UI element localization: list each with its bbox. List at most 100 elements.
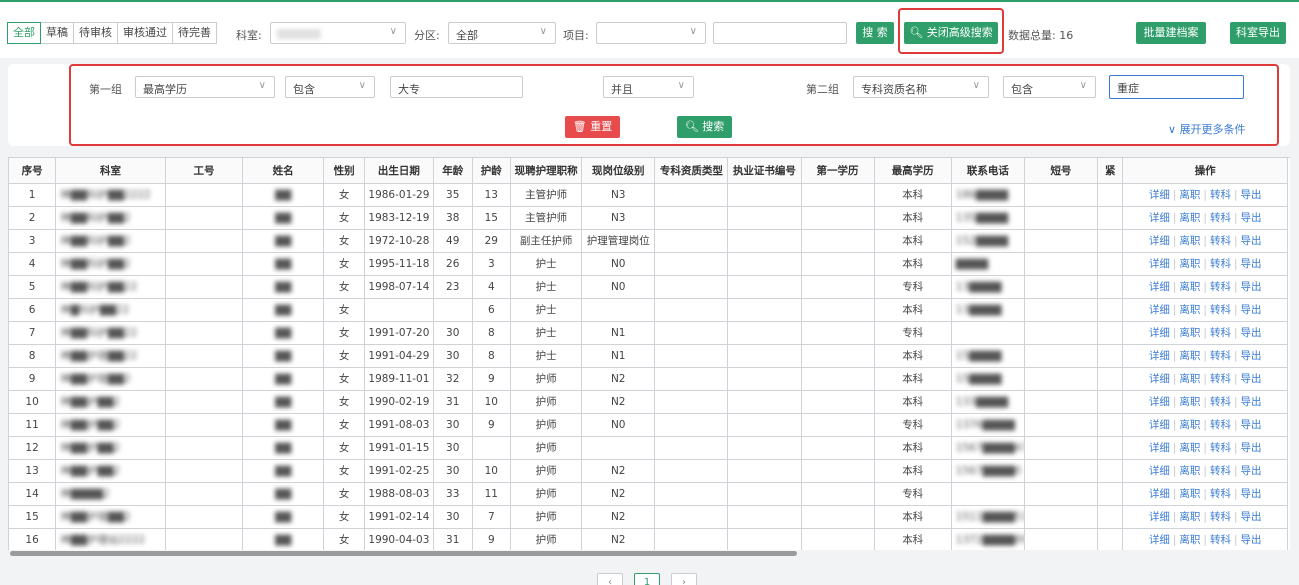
resign-link[interactable]: 离职 — [1176, 396, 1203, 408]
resign-link[interactable]: 离职 — [1176, 212, 1203, 224]
detail-link[interactable]: 详细 — [1146, 304, 1173, 316]
table-row[interactable]: 3 神▇▇科护▇▇2 ▇▇ 女 1972-10-28 49 29 副主任护师 护理管理岗位 本科 1… — [9, 229, 1288, 253]
table-row[interactable]: 16 神▇▇护理站2222 ▇▇ 女 1990-04-03 31 9 护师 N2 本科 1372▇▇… — [9, 528, 1288, 550]
table-row[interactable]: 8 神▇▇护理▇▇22 ▇▇ 女 1991-04-29 30 8 护士 N1 本科 15▇▇▇▇ 详细… — [9, 344, 1288, 368]
project-select[interactable]: ∨ — [596, 22, 706, 44]
detail-link[interactable]: 详细 — [1146, 534, 1173, 546]
status-tab-approved[interactable]: 审核通过 — [117, 22, 173, 44]
transfer-link[interactable]: 转科 — [1207, 258, 1234, 270]
table-row[interactable]: 6 神▇科护▇▇22 ▇▇ 女 6 护士 本科 13▇▇▇▇ 详细 | 离职 | 转科 | 导出 — [9, 298, 1288, 322]
department-export-button[interactable]: 科室导出 — [1230, 22, 1286, 44]
detail-link[interactable]: 详细 — [1146, 442, 1173, 454]
transfer-link[interactable]: 转科 — [1207, 189, 1234, 201]
detail-link[interactable]: 详细 — [1146, 212, 1173, 224]
resign-link[interactable]: 离职 — [1176, 465, 1203, 477]
status-tab-incomplete[interactable]: 待完善 — [172, 22, 217, 44]
status-tab-all[interactable]: 全部 — [7, 22, 41, 44]
group2-value-input[interactable]: 重症 — [1109, 75, 1244, 99]
transfer-link[interactable]: 转科 — [1207, 419, 1234, 431]
export-link[interactable]: 导出 — [1238, 281, 1265, 293]
transfer-link[interactable]: 转科 — [1207, 465, 1234, 477]
detail-link[interactable]: 详细 — [1146, 488, 1173, 500]
logic-select[interactable]: 并且 ∨ — [603, 76, 694, 98]
keyword-input[interactable] — [713, 22, 847, 44]
resign-link[interactable]: 离职 — [1176, 419, 1203, 431]
transfer-link[interactable]: 转科 — [1207, 534, 1234, 546]
department-select[interactable]: ∨ — [270, 22, 406, 44]
export-link[interactable]: 导出 — [1238, 327, 1265, 339]
prev-page-button[interactable]: ‹ — [597, 573, 623, 585]
status-tab-draft[interactable]: 草稿 — [40, 22, 74, 44]
resign-link[interactable]: 离职 — [1176, 442, 1203, 454]
table-row[interactable]: 7 神▇▇科护▇▇22 ▇▇ 女 1991-07-20 30 8 护士 N1 专科 详细 | 离职 | 转科… — [9, 321, 1288, 345]
transfer-link[interactable]: 转科 — [1207, 235, 1234, 247]
transfer-link[interactable]: 转科 — [1207, 396, 1234, 408]
detail-link[interactable]: 详细 — [1146, 419, 1173, 431]
table-row[interactable]: 13 神▇▇护▇▇2 ▇▇ 女 1991-02-25 30 10 护师 N2 本科 1567▇▇▇▇… — [9, 459, 1288, 483]
table-row[interactable]: 10 神▇▇护▇▇2 ▇▇ 女 1990-02-19 31 10 护师 N2 本科 133▇▇▇▇ 详… — [9, 390, 1288, 414]
export-link[interactable]: 导出 — [1238, 442, 1265, 454]
resign-link[interactable]: 离职 — [1176, 281, 1203, 293]
transfer-link[interactable]: 转科 — [1207, 373, 1234, 385]
detail-link[interactable]: 详细 — [1146, 465, 1173, 477]
batch-create-button[interactable]: 批量建档案 — [1136, 22, 1206, 44]
export-link[interactable]: 导出 — [1238, 419, 1265, 431]
resign-link[interactable]: 离职 — [1176, 327, 1203, 339]
district-select[interactable]: 全部 ∨ — [448, 22, 556, 44]
export-link[interactable]: 导出 — [1238, 235, 1265, 247]
resign-link[interactable]: 离职 — [1176, 235, 1203, 247]
transfer-link[interactable]: 转科 — [1207, 488, 1234, 500]
export-link[interactable]: 导出 — [1238, 212, 1265, 224]
table-row[interactable]: 11 神▇▇护▇▇2 ▇▇ 女 1991-08-03 30 9 护师 N0 专科 1376▇▇▇▇ 详… — [9, 413, 1288, 437]
detail-link[interactable]: 详细 — [1146, 396, 1173, 408]
transfer-link[interactable]: 转科 — [1207, 511, 1234, 523]
export-link[interactable]: 导出 — [1238, 350, 1265, 362]
resign-link[interactable]: 离职 — [1176, 304, 1203, 316]
table-row[interactable]: 1 神▇▇科护▇▇2222 ▇▇ 女 1986-01-29 35 13 主管护师 N3 本科 186… — [9, 183, 1288, 207]
table-row[interactable]: 14 神▇▇▇▇2 ▇▇ 女 1988-08-03 33 11 护师 N2 专科 详细 | 离职 | 转科 |… — [9, 482, 1288, 506]
resign-link[interactable]: 离职 — [1176, 488, 1203, 500]
export-link[interactable]: 导出 — [1238, 304, 1265, 316]
resign-link[interactable]: 离职 — [1176, 350, 1203, 362]
detail-link[interactable]: 详细 — [1146, 235, 1173, 247]
reset-button[interactable]: 🗑︎ 重置 — [565, 116, 620, 138]
detail-link[interactable]: 详细 — [1146, 189, 1173, 201]
export-link[interactable]: 导出 — [1238, 373, 1265, 385]
resign-link[interactable]: 离职 — [1176, 189, 1203, 201]
resign-link[interactable]: 离职 — [1176, 373, 1203, 385]
search-button[interactable]: 搜 索 — [856, 22, 894, 44]
table-row[interactable]: 15 神▇▇护理▇▇2 ▇▇ 女 1991-02-14 30 7 护师 N2 本科 1511▇▇▇▇… — [9, 505, 1288, 529]
table-row[interactable]: 2 神▇▇科护▇▇2 ▇▇ 女 1983-12-19 38 15 主管护师 N3 本科 135▇▇▇… — [9, 206, 1288, 230]
detail-link[interactable]: 详细 — [1146, 258, 1173, 270]
advanced-search-button[interactable]: 🔍︎ 搜索 — [677, 116, 732, 138]
expand-more-conditions-link[interactable]: ∨ 展开更多条件 — [1168, 121, 1246, 137]
table-row[interactable]: 4 神▇▇科护▇▇2 ▇▇ 女 1995-11-18 26 3 护士 N0 本科 ▇▇▇▇ 详细 | 离职… — [9, 252, 1288, 276]
group2-field-select[interactable]: 专科资质名称 ∨ — [853, 76, 989, 98]
detail-link[interactable]: 详细 — [1146, 373, 1173, 385]
table-row[interactable]: 5 神▇▇科护▇▇22 ▇▇ 女 1998-07-14 23 4 护士 N0 专科 13▇▇▇▇ 详细… — [9, 275, 1288, 299]
next-page-button[interactable]: › — [671, 573, 697, 585]
detail-link[interactable]: 详细 — [1146, 350, 1173, 362]
export-link[interactable]: 导出 — [1238, 396, 1265, 408]
group1-field-select[interactable]: 最高学历 ∨ — [135, 76, 275, 98]
detail-link[interactable]: 详细 — [1146, 511, 1173, 523]
transfer-link[interactable]: 转科 — [1207, 212, 1234, 224]
detail-link[interactable]: 详细 — [1146, 281, 1173, 293]
transfer-link[interactable]: 转科 — [1207, 327, 1234, 339]
table-row[interactable]: 12 神▇▇护▇▇2 ▇▇ 女 1991-01-15 30 护师 本科 1567▇▇▇▇47 详细… — [9, 436, 1288, 460]
transfer-link[interactable]: 转科 — [1207, 281, 1234, 293]
export-link[interactable]: 导出 — [1238, 189, 1265, 201]
export-link[interactable]: 导出 — [1238, 258, 1265, 270]
export-link[interactable]: 导出 — [1238, 511, 1265, 523]
group1-operator-select[interactable]: 包含 ∨ — [285, 76, 375, 98]
transfer-link[interactable]: 转科 — [1207, 442, 1234, 454]
transfer-link[interactable]: 转科 — [1207, 304, 1234, 316]
table-row[interactable]: 9 神▇▇护理▇▇2 ▇▇ 女 1989-11-01 32 9 护师 N2 本科 15▇▇▇▇ 详细 |… — [9, 367, 1288, 391]
export-link[interactable]: 导出 — [1238, 534, 1265, 546]
resign-link[interactable]: 离职 — [1176, 511, 1203, 523]
group2-operator-select[interactable]: 包含 ∨ — [1003, 76, 1096, 98]
export-link[interactable]: 导出 — [1238, 488, 1265, 500]
resign-link[interactable]: 离职 — [1176, 258, 1203, 270]
transfer-link[interactable]: 转科 — [1207, 350, 1234, 362]
status-tab-pending[interactable]: 待审核 — [73, 22, 118, 44]
